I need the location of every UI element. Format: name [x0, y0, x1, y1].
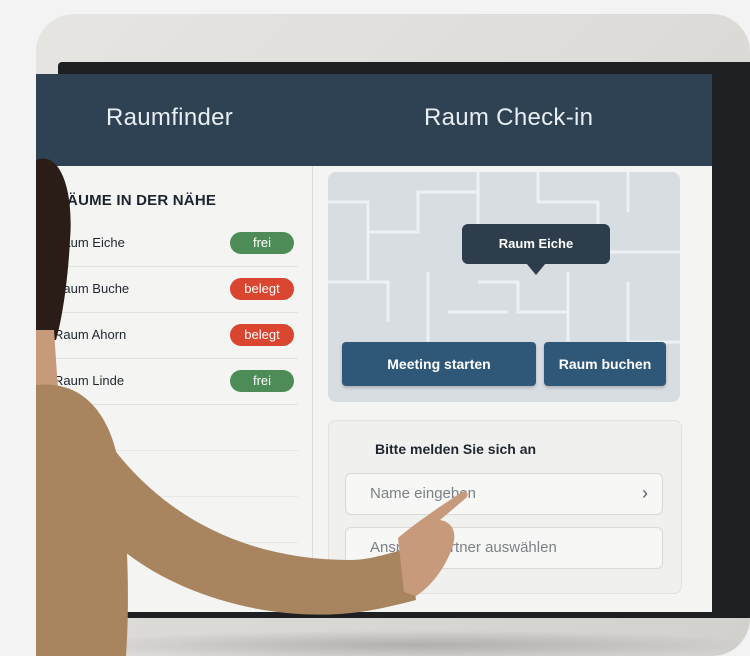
tooltip-pointer	[526, 263, 546, 275]
monitor-shadow	[64, 630, 750, 656]
room-tooltip: Raum Eiche	[462, 224, 610, 264]
room-row-ahorn[interactable]: Raum Ahorn belegt	[36, 312, 298, 359]
empty-list-row	[36, 496, 298, 543]
status-badge: frei	[230, 232, 294, 254]
room-row-linde[interactable]: Raum Linde frei	[36, 358, 298, 405]
floor-map[interactable]: Raum Eiche Meeting starten Raum buchen	[328, 172, 680, 402]
login-prompt: Bitte melden Sie sich an	[375, 441, 537, 457]
start-meeting-button[interactable]: Meeting starten	[342, 342, 536, 386]
room-name: Raum Eiche	[54, 235, 125, 250]
room-name: Raum Linde	[54, 373, 125, 388]
rooms-heading: RÄUME IN DER NÄHE	[56, 192, 217, 209]
partner-field[interactable]: Ansprechpartner auswählen	[345, 527, 663, 569]
pane-divider	[312, 166, 313, 612]
room-row-buche[interactable]: Raum Buche belegt	[36, 266, 298, 313]
empty-list-row	[36, 404, 298, 451]
name-field[interactable]: Name eingeben ›	[345, 473, 663, 515]
room-name: Raum Ahorn	[54, 327, 127, 342]
status-badge: belegt	[230, 324, 294, 346]
partner-placeholder: Ansprechpartner auswählen	[370, 539, 557, 556]
name-placeholder: Name eingeben	[370, 485, 476, 502]
book-room-button[interactable]: Raum buchen	[544, 342, 666, 386]
room-row-eiche[interactable]: Raum Eiche frei	[36, 220, 298, 267]
empty-list-row	[36, 450, 298, 497]
raumfinder-title: Raumfinder	[106, 104, 234, 131]
status-badge: frei	[230, 370, 294, 392]
login-card: Bitte melden Sie sich an Name eingeben ›…	[328, 420, 682, 594]
room-name: Raum Buche	[54, 281, 130, 296]
rooms-panel: RÄUME IN DER NÄHE Raum Eiche frei Raum B…	[36, 166, 312, 612]
chevron-right-icon: ›	[642, 483, 648, 503]
check-in-title: Raum Check-in	[424, 104, 594, 131]
status-badge: belegt	[230, 278, 294, 300]
kiosk-screen: Raumfinder Raum Check-in RÄUME IN DER NÄ…	[36, 74, 712, 612]
header-bar: Raumfinder Raum Check-in	[36, 74, 712, 166]
